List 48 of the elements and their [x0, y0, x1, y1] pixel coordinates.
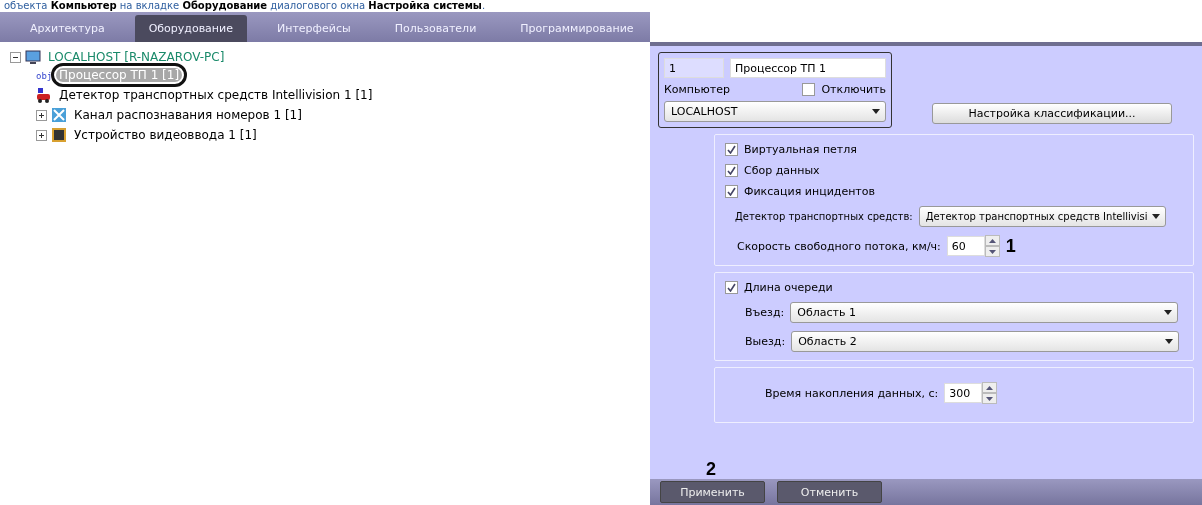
classification-button[interactable]: Настройка классификации... — [932, 103, 1172, 124]
plus-icon — [38, 131, 45, 139]
dialog-button[interactable]: Применить — [660, 481, 765, 503]
accumulation-field[interactable]: 300 — [944, 383, 983, 403]
callout-number: 2 — [706, 459, 716, 480]
name-field[interactable]: Процессор ТП 1 — [730, 58, 886, 78]
document-text: объекта Компьютер на вкладке Оборудование диалогового окна Настройка системы. — [3, 0, 487, 12]
checkbox-label: Фиксация инцидентов — [744, 185, 875, 198]
tree-item[interactable]: LOCALHOST [R-NAZAROV-PC] — [45, 50, 228, 64]
disable-label: Отключить — [821, 83, 886, 96]
callout-number: 1 — [1005, 235, 1016, 257]
monitor-icon — [25, 49, 41, 65]
exit-label: Выезд: — [745, 335, 786, 348]
plus-icon — [38, 111, 45, 119]
speed-field[interactable]: 60 — [946, 236, 985, 256]
expand-toggle[interactable] — [10, 51, 21, 63]
caret-icon — [872, 109, 880, 114]
entry-dropdown[interactable]: Область 1 — [790, 302, 1179, 323]
caret-icon — [1151, 214, 1160, 219]
dialog-button[interactable]: Отменить — [777, 481, 882, 503]
accumulation-label: Время накопления данных, с: — [765, 386, 939, 400]
caret-icon — [1165, 339, 1174, 344]
checkbox[interactable] — [725, 164, 738, 177]
computer-dropdown[interactable]: LOCALHOST — [664, 101, 886, 122]
tree-item[interactable]: Канал распознавания номеров 1 [1] — [71, 108, 305, 122]
checkbox-label: Сбор данных — [744, 164, 820, 177]
checkbox[interactable] — [725, 185, 738, 198]
detector-dropdown[interactable]: Детектор транспортных средств Intellivisi — [918, 206, 1166, 227]
id-field[interactable]: 1 — [664, 58, 724, 78]
checkbox-label: Виртуальная петля — [744, 143, 857, 156]
tab[interactable]: Оборудование — [134, 15, 247, 42]
expand-toggle[interactable] — [36, 129, 47, 141]
checkbox[interactable] — [725, 143, 738, 156]
checkbox[interactable] — [725, 281, 738, 294]
tree-item[interactable]: Детектор транспортных средств Intellivision 1 [1] — [56, 88, 376, 102]
tree-item[interactable]: Устройство видеоввода 1 [1] — [71, 128, 260, 142]
car-icon — [36, 87, 52, 103]
object-icon: obj — [36, 69, 52, 81]
checkbox[interactable] — [802, 83, 816, 96]
entry-label: Въезд: — [745, 306, 785, 319]
caret-icon — [1164, 310, 1173, 315]
chip-icon — [51, 127, 67, 143]
checkbox-label: Длина очереди — [744, 281, 833, 294]
speed-label: Скорость свободного потока, км/ч: — [737, 239, 941, 253]
exit-dropdown[interactable]: Область 2 — [791, 331, 1180, 352]
expand-toggle[interactable] — [36, 109, 47, 121]
detector-label: Детектор транспортных средств: — [735, 211, 913, 222]
computer-label: Компьютер — [664, 83, 730, 96]
